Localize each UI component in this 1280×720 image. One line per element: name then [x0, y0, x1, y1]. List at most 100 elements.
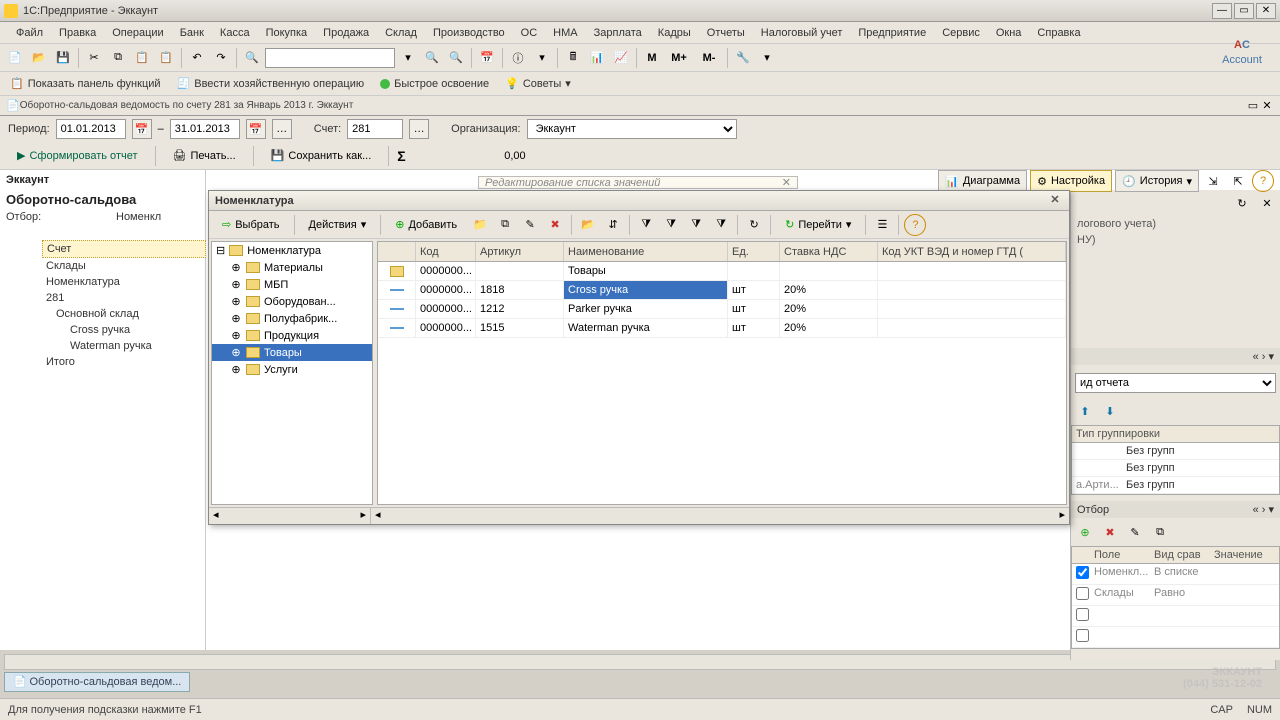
tree-item[interactable]: Waterman ручка	[42, 338, 206, 354]
memory-minus-button[interactable]: М-	[695, 47, 723, 69]
menu-Покупка[interactable]: Покупка	[258, 25, 316, 41]
period-from-input[interactable]	[56, 119, 126, 139]
add-folder-icon[interactable]: 📁	[469, 214, 491, 236]
menu-Склад[interactable]: Склад	[377, 25, 425, 41]
tips-button[interactable]: 💡Советы▾	[499, 75, 577, 92]
search-input[interactable]	[265, 48, 395, 68]
filter-checkbox[interactable]	[1076, 566, 1089, 579]
calc-icon[interactable]: 🖩	[562, 47, 584, 69]
filter-row[interactable]: СкладыРавно	[1072, 585, 1279, 606]
open-icon[interactable]: 📂	[28, 47, 50, 69]
enter-operation-button[interactable]: 🧾Ввести хозяйственную операцию	[171, 75, 371, 92]
grid-row[interactable]: 0000000...1818Cross ручкашт20%	[378, 281, 1066, 300]
move-up-icon[interactable]: ⬆	[1074, 400, 1096, 422]
filter-section-header[interactable]: Отбор « › ▾	[1071, 501, 1280, 518]
add-button[interactable]: ⊕Добавить	[386, 215, 466, 234]
copy-filter-icon[interactable]: ⧉	[1149, 521, 1171, 543]
tree-row[interactable]: Склады	[42, 258, 206, 274]
group-row[interactable]: Без групп	[1072, 460, 1279, 477]
form-report-button[interactable]: ▶Сформировать отчет	[8, 146, 147, 165]
delete-item-icon[interactable]: ✖	[544, 214, 566, 236]
grid-row[interactable]: 0000000...1212Parker ручкашт20%	[378, 300, 1066, 319]
print-button[interactable]: 🖨Печать...	[164, 146, 245, 165]
history-button[interactable]: 🕘История▾	[1115, 170, 1199, 192]
doc-restore-icon[interactable]: ▭	[1246, 99, 1260, 113]
group-row[interactable]: а.Арти...Без групп	[1072, 477, 1279, 494]
tree-row[interactable]: Счет	[42, 240, 206, 258]
col-unit[interactable]: Ед.	[728, 242, 780, 261]
add-filter-icon[interactable]: ⊕	[1074, 521, 1096, 543]
maximize-button[interactable]: ▭	[1234, 3, 1254, 19]
show-functions-panel-button[interactable]: 📋Показать панель функций	[4, 75, 167, 92]
info-icon[interactable]: ⓘ	[507, 47, 529, 69]
menu-Операции[interactable]: Операции	[104, 25, 171, 41]
account-input[interactable]	[347, 119, 403, 139]
menu-Отчеты[interactable]: Отчеты	[699, 25, 753, 41]
nom-tree-item[interactable]: ⊕Полуфабрик...	[212, 310, 372, 327]
menu-Кадры[interactable]: Кадры	[650, 25, 699, 41]
menu-Справка[interactable]: Справка	[1029, 25, 1088, 41]
minimize-button[interactable]: —	[1212, 3, 1232, 19]
period-to-input[interactable]	[170, 119, 240, 139]
menu-Производство[interactable]: Производство	[425, 25, 513, 41]
diagram-button[interactable]: 📊Диаграмма	[938, 170, 1027, 192]
nom-tree-item[interactable]: ⊕МБП	[212, 276, 372, 293]
col-name[interactable]: Наименование	[564, 242, 728, 261]
panel-chevrons[interactable]: «›▾	[1071, 348, 1280, 365]
filter1-icon[interactable]: ⧩	[635, 214, 657, 236]
menu-Продажа[interactable]: Продажа	[315, 25, 377, 41]
search-dropdown-icon[interactable]: ▾	[397, 47, 419, 69]
new-doc-icon[interactable]: 📄	[4, 47, 26, 69]
refresh-icon[interactable]: ↻	[743, 214, 765, 236]
nom-tree-item[interactable]: ⊕Оборудован...	[212, 293, 372, 310]
dialog-scrollbar[interactable]: ◂▸ ◂▸	[209, 507, 1069, 524]
nom-tree-item[interactable]: ⊕Услуги	[212, 361, 372, 378]
search-icon[interactable]: 🔍	[241, 47, 263, 69]
actions-button[interactable]: Действия▾	[300, 215, 376, 234]
filter-checkbox[interactable]	[1076, 608, 1089, 621]
move-item-icon[interactable]: 📂	[577, 214, 599, 236]
help-icon[interactable]: ?	[1252, 170, 1274, 192]
tree-row[interactable]: 281	[42, 290, 206, 306]
calendar-icon[interactable]: 📅	[476, 47, 498, 69]
nom-tree-item[interactable]: ⊕Материалы	[212, 259, 372, 276]
paste-icon[interactable]: 📋	[131, 47, 153, 69]
list-mode-icon[interactable]: ☰	[871, 214, 893, 236]
period-from-calendar-icon[interactable]: 📅	[132, 119, 152, 139]
menu-Правка[interactable]: Правка	[51, 25, 104, 41]
grid-row[interactable]: 0000000...1515Waterman ручкашт20%	[378, 319, 1066, 338]
cut-icon[interactable]: ✂	[83, 47, 105, 69]
select-button[interactable]: ⇨Выбрать	[213, 215, 289, 234]
col-ukt[interactable]: Код УКТ ВЭД и номер ГТД (	[878, 242, 1066, 261]
col-vat[interactable]: Ставка НДС	[780, 242, 878, 261]
settings-button[interactable]: ⚙Настройка	[1030, 170, 1112, 192]
group-row[interactable]: Без групп	[1072, 443, 1279, 460]
remove-filter-icon[interactable]: ✖	[1099, 521, 1121, 543]
paste-special-icon[interactable]: 📋	[155, 47, 177, 69]
grid-row[interactable]: 0000000...Товары	[378, 262, 1066, 281]
account-select-button[interactable]: …	[409, 119, 429, 139]
menu-НМА[interactable]: НМА	[545, 25, 585, 41]
nom-tree-item[interactable]: ⊕Товары	[212, 344, 372, 361]
quick-learn-button[interactable]: Быстрое освоение	[374, 76, 495, 92]
edit-item-icon[interactable]: ✎	[519, 214, 541, 236]
window-tab[interactable]: 📄 Оборотно-сальдовая ведом...	[4, 672, 190, 692]
memory-plus-button[interactable]: М+	[665, 47, 693, 69]
nom-tree-item[interactable]: ⊕Продукция	[212, 327, 372, 344]
menu-Зарплата[interactable]: Зарплата	[586, 25, 650, 41]
edit-filter-icon[interactable]: ✎	[1124, 521, 1146, 543]
close-button[interactable]: ✕	[1256, 3, 1276, 19]
chart-icon[interactable]: 📈	[610, 47, 632, 69]
copy-icon[interactable]: ⧉	[107, 47, 129, 69]
find-next-icon[interactable]: 🔍	[421, 47, 443, 69]
popup-close-icon[interactable]: ✕	[782, 176, 791, 189]
menu-Сервис[interactable]: Сервис	[934, 25, 988, 41]
filter-checkbox[interactable]	[1076, 587, 1089, 600]
menu-Касса[interactable]: Касса	[212, 25, 258, 41]
save-icon[interactable]: 💾	[52, 47, 74, 69]
dialog-close-icon[interactable]: ✕	[1047, 193, 1063, 209]
hierarchy-icon[interactable]: ⇵	[602, 214, 624, 236]
dialog-help-icon[interactable]: ?	[904, 214, 926, 236]
collapse-icon[interactable]: ⇱	[1227, 170, 1249, 192]
panel-refresh-icon[interactable]: ↻	[1231, 192, 1253, 214]
